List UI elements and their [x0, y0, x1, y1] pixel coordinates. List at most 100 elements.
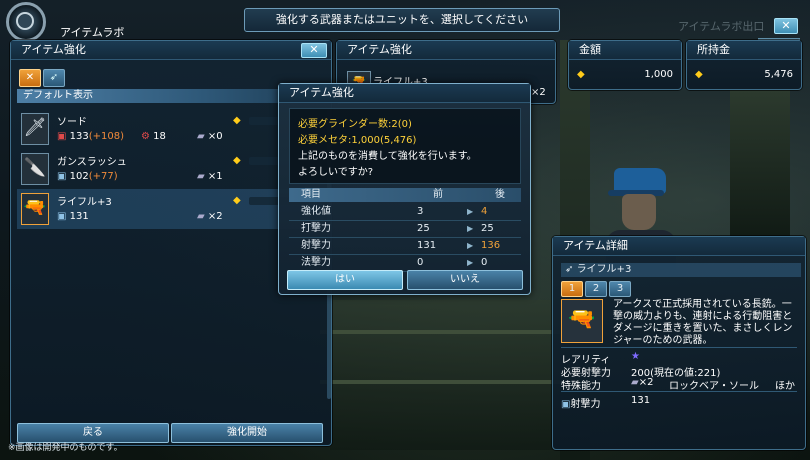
row-before: 3	[417, 206, 424, 217]
diamond-icon: ◆	[233, 195, 241, 206]
special-ability-label: 特殊能力	[561, 381, 601, 392]
attack-stat: ▣ 133(+108)	[57, 131, 124, 142]
shot-icon: ▣	[57, 171, 67, 182]
detail-item-name: ➶ ライフル+3	[561, 263, 801, 277]
target-item-count: ×2	[531, 87, 546, 98]
bg-pillar	[730, 90, 790, 240]
gunslash-icon: 🔪	[21, 153, 49, 185]
shot-power-value: 131	[631, 395, 651, 406]
item-name: ガンスラッシュ	[57, 157, 127, 168]
owned-meseta-title: 所持金	[687, 41, 801, 60]
rarity-star-icon: ★	[631, 351, 640, 362]
grinder-icon: ▰	[197, 131, 205, 142]
grinder-count: ▰ ×0	[197, 131, 223, 142]
top-close-button[interactable]: ✕	[774, 18, 798, 34]
special-ability-count: ▰×2	[631, 377, 653, 388]
left-panel-title: アイテム強化	[11, 41, 331, 60]
row-after: 25	[481, 223, 494, 234]
skill-icon: ⚙	[141, 131, 150, 142]
gun-tab-icon[interactable]: ➶	[43, 69, 65, 87]
grinder-count-value: ×1	[207, 171, 223, 182]
row-after: 0	[481, 257, 488, 268]
header-item: 項目	[301, 189, 321, 200]
required-grinder-text: 必要グラインダー数:2(0)	[298, 119, 412, 130]
attack-value: 102	[69, 171, 89, 182]
level-tab-1[interactable]: 1	[561, 281, 583, 297]
item-lab-title: アイテムラボ	[60, 26, 125, 39]
level-tab-3[interactable]: 3	[609, 281, 631, 297]
grinder-icon: ▰	[631, 377, 639, 388]
mid-panel-title: アイテム強化	[337, 41, 555, 60]
bg-pillar	[330, 300, 560, 450]
attack-value: 131	[69, 211, 89, 222]
meseta-icon: ◆	[577, 69, 585, 80]
divider	[561, 391, 797, 392]
row-before: 0	[417, 257, 424, 268]
table-row: 打撃力 25 ▶ 25	[289, 221, 521, 238]
row-label: 強化値	[301, 206, 331, 217]
lab-exit-label: アイテムラボ出口	[678, 20, 765, 33]
arrow-icon: ▶	[467, 207, 474, 216]
stat-table-header: 項目 前 後	[289, 188, 521, 202]
level-tab-2[interactable]: 2	[585, 281, 607, 297]
required-meseta-panel: 金額 ◆ 1,000	[568, 40, 682, 90]
row-label: 法撃力	[301, 257, 331, 268]
special-count-value: ×2	[638, 377, 654, 388]
attack-stat: ▣ 131	[57, 211, 89, 222]
special-ability-value: ロックベア・ソール	[669, 381, 759, 392]
start-enhance-button[interactable]: 強化開始	[171, 423, 323, 443]
dialog-title: アイテム強化	[279, 84, 530, 103]
row-before: 131	[417, 240, 437, 251]
shot-icon: ▣	[57, 211, 67, 222]
grinder-count-value: ×2	[207, 211, 223, 222]
diamond-icon: ◆	[233, 155, 241, 166]
arrow-icon: ▶	[467, 258, 474, 267]
attack-bonus: (+77)	[88, 171, 118, 182]
table-row: 射撃力 131 ▶ 136	[289, 238, 521, 255]
no-button[interactable]: いいえ	[407, 270, 523, 290]
header-after: 後	[495, 189, 505, 200]
table-row: 強化値 3 ▶ 4	[289, 204, 521, 221]
enhance-confirm-dialog: アイテム強化 必要グラインダー数:2(0) 必要メセタ:1,000(5,476)…	[278, 83, 531, 295]
owned-meseta-panel: 所持金 ◆ 5,476	[686, 40, 802, 90]
bg-rail	[320, 380, 560, 384]
shot-power-label-text: 射撃力	[570, 399, 601, 410]
logo-inner-ring-icon	[16, 12, 34, 30]
secondary-stat: ⚙ 18	[141, 131, 166, 142]
arrow-icon: ▶	[467, 241, 474, 250]
sword-icon: 🗡	[21, 113, 49, 145]
yes-button[interactable]: はい	[287, 270, 403, 290]
attack-value: 133	[69, 131, 89, 142]
row-label: 射撃力	[301, 240, 331, 251]
bg-rail	[320, 330, 560, 334]
rifle-icon: 🔫	[21, 193, 49, 225]
required-meseta-title: 金額	[569, 41, 681, 60]
rifle-large-icon: 🔫	[561, 299, 603, 343]
meseta-icon: ◆	[695, 69, 703, 80]
required-meseta-value: 1,000	[644, 69, 673, 80]
detail-item-name-text: ライフル+3	[576, 264, 632, 275]
attack-icon: ▣	[57, 131, 67, 142]
sword-tab-icon[interactable]: ✕	[19, 69, 41, 87]
attack-stat: ▣ 102(+77)	[57, 171, 118, 182]
left-panel-close-button[interactable]: ✕	[301, 43, 327, 58]
row-after: 4	[481, 206, 488, 217]
confirm-question-text: よろしいですか?	[298, 167, 374, 178]
required-meseta-text: 必要メセタ:1,000(5,476)	[298, 135, 417, 146]
grinder-icon: ▰	[197, 211, 205, 222]
grinder-count-value: ×0	[207, 131, 223, 142]
instruction-banner: 強化する武器またはユニットを、選択してください	[244, 8, 560, 32]
header-before: 前	[433, 189, 443, 200]
item-description: アークスで正式採用されている長銃。一撃の威力よりも、連射による行動阻害とダメージ…	[613, 299, 793, 346]
item-detail-panel: アイテム詳細 ➶ ライフル+3 1 2 3 🔫 アークスで正式採用されている長銃…	[552, 236, 806, 450]
diamond-icon: ◆	[233, 115, 241, 126]
grinder-icon: ▰	[197, 171, 205, 182]
shot-power-label: ▣射撃力	[561, 395, 600, 410]
development-footnote: ※画像は開発中のものです。	[8, 443, 123, 453]
divider	[561, 347, 797, 348]
grinder-count: ▰ ×1	[197, 171, 223, 182]
detail-panel-title: アイテム詳細	[553, 237, 805, 256]
rifle-small-icon: ➶	[565, 264, 577, 275]
owned-meseta-value: 5,476	[764, 69, 793, 80]
dialog-message-box: 必要グラインダー数:2(0) 必要メセタ:1,000(5,476) 上記のものを…	[289, 108, 521, 184]
